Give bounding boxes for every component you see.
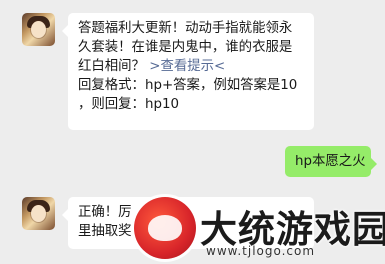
message-line: 久套装！在谁是内鬼中，谁的衣服是 [78, 40, 293, 55]
message-line: 答题福利大更新！动动手指就能领永 [78, 21, 293, 36]
sender-avatar[interactable] [22, 197, 55, 230]
avatar-face [31, 205, 46, 222]
view-hint-link[interactable]: >查看提示< [149, 59, 225, 74]
reply-text: hp本愿之火 [295, 154, 366, 169]
site-watermark: 大统游戏园 www.tjlogo.com [134, 197, 385, 264]
message-line: 回复格式：hp+答案，例如答案是10 [78, 78, 298, 93]
avatar-face [31, 21, 46, 38]
sender-avatar[interactable] [22, 13, 55, 46]
message-line: ，则回复：hp10 [78, 97, 179, 112]
message-text: 红白相间？ [78, 59, 145, 74]
watermark-url: www.tjlogo.com [206, 244, 316, 258]
message-bubble-question[interactable]: 答题福利大更新！动动手指就能领永 久套装！在谁是内鬼中，谁的衣服是 红白相间？ … [62, 13, 314, 130]
message-bubble-reply[interactable]: hp本愿之火 [285, 146, 377, 177]
message-line: 红白相间？ >查看提示< [78, 57, 304, 76]
watermark-logo-icon [134, 197, 196, 259]
